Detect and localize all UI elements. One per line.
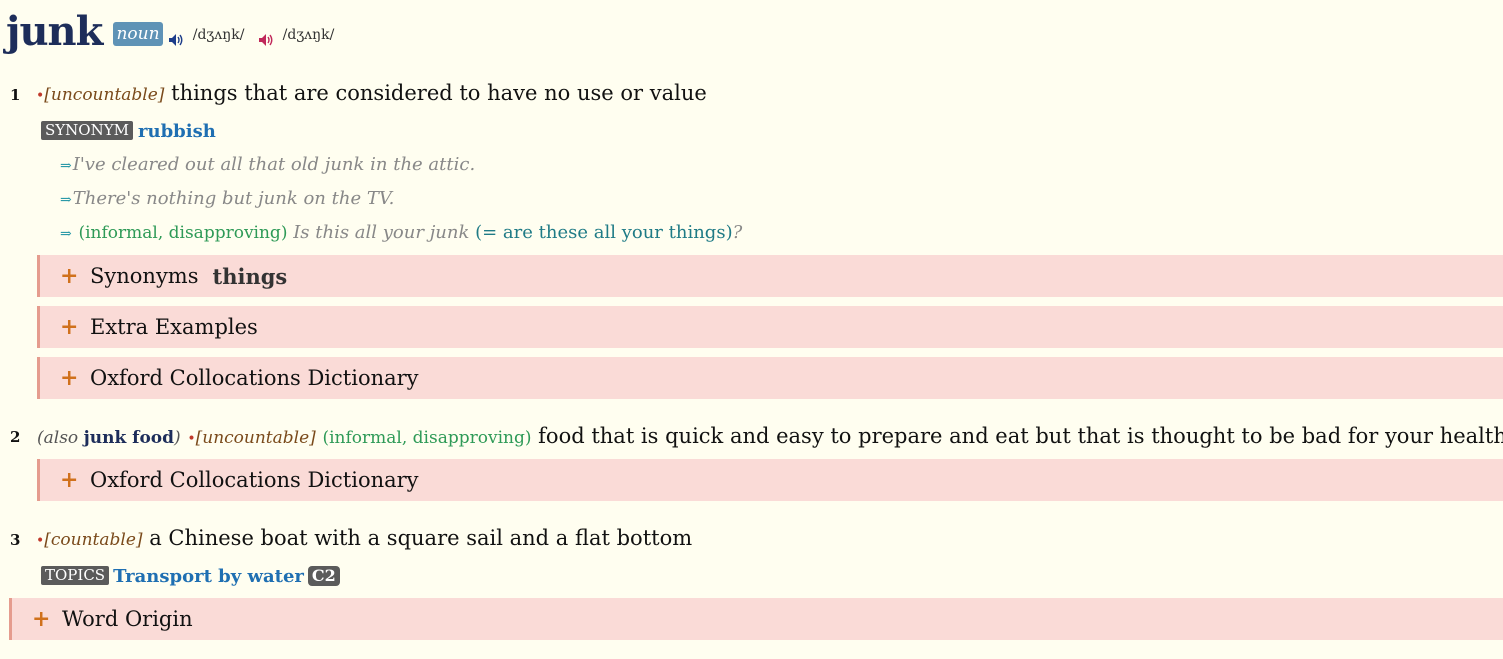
sense-definition-line: •[countable] a Chinese boat with a squar… <box>36 526 692 550</box>
also-close: ) <box>174 428 181 448</box>
plus-icon: + <box>60 314 79 340</box>
part-of-speech-badge: noun <box>113 22 163 46</box>
plus-icon: + <box>60 467 79 493</box>
example-tail: ? <box>732 222 743 243</box>
topic-link[interactable]: Transport by water <box>113 566 304 587</box>
collocations-panel[interactable]: + Oxford Collocations Dictionary <box>37 459 1503 501</box>
sense-number: 3 <box>10 531 21 549</box>
plus-icon: + <box>60 365 79 391</box>
panel-title: Oxford Collocations Dictionary <box>90 366 419 390</box>
example-text: Is this all your junk <box>293 222 470 243</box>
example-arrow-icon: ⇒ <box>60 158 72 174</box>
example-arrow-icon: ⇒ <box>60 226 72 242</box>
example-usage-labels: (informal, disapproving) <box>78 223 288 243</box>
grammar-label: [uncountable] <box>44 85 165 105</box>
sense-definition-line: (also junk food) •[uncountable] (informa… <box>37 424 1503 448</box>
synonyms-panel[interactable]: + Synonyms things <box>37 255 1503 297</box>
cefr-level-badge: C2 <box>307 566 340 586</box>
example-text: There's nothing but junk on the TV. <box>72 188 395 209</box>
also-label: (also junk food) <box>37 428 181 448</box>
example: ⇒ (informal, disapproving) Is this all y… <box>60 222 742 243</box>
synonym-tag: SYNONYM <box>41 121 133 140</box>
uk-pronunciation: /dʒʌŋk/ <box>192 27 245 43</box>
sense-number: 1 <box>10 86 21 104</box>
plus-icon: + <box>60 263 79 289</box>
panel-title: Synonyms <box>90 264 199 288</box>
panel-synonym-word: things <box>212 263 288 289</box>
panel-title: Word Origin <box>62 607 193 631</box>
extra-examples-panel[interactable]: + Extra Examples <box>37 306 1503 348</box>
headword: junk <box>6 8 103 55</box>
synonym-link[interactable]: rubbish <box>138 121 216 142</box>
definition: a Chinese boat with a square sail and a … <box>149 526 693 550</box>
also-open: (also <box>37 428 79 448</box>
example: ⇒I've cleared out all that old junk in t… <box>60 154 475 175</box>
example-gloss: (= are these all your things) <box>475 222 733 243</box>
usage-labels: (informal, disapproving) <box>322 428 532 448</box>
topics-line: TOPICS Transport by water C2 <box>41 563 340 587</box>
example-arrow-icon: ⇒ <box>60 192 72 208</box>
also-variant[interactable]: junk food <box>84 428 174 448</box>
sense-definition-line: •[uncountable] things that are considere… <box>36 81 707 105</box>
us-pronunciation-speaker-icon[interactable] <box>258 33 274 47</box>
word-origin-panel[interactable]: + Word Origin <box>9 598 1503 640</box>
example: ⇒There's nothing but junk on the TV. <box>60 188 394 209</box>
panel-title: Oxford Collocations Dictionary <box>90 468 419 492</box>
us-pronunciation: /dʒʌŋk/ <box>282 27 335 43</box>
plus-icon: + <box>32 606 51 632</box>
synonym-line: SYNONYM rubbish <box>41 118 216 142</box>
uk-pronunciation-speaker-icon[interactable] <box>168 33 184 47</box>
grammar-label: [countable] <box>44 530 143 550</box>
panel-title: Extra Examples <box>90 315 258 339</box>
bullet: • <box>187 431 196 447</box>
collocations-panel[interactable]: + Oxford Collocations Dictionary <box>37 357 1503 399</box>
sense-number: 2 <box>10 428 21 446</box>
example-text: I've cleared out all that old junk in th… <box>72 154 476 175</box>
definition: things that are considered to have no us… <box>171 81 707 105</box>
headword-row: junk noun /dʒʌŋk/ /dʒʌŋk/ <box>6 8 334 58</box>
topics-tag: TOPICS <box>41 566 110 585</box>
definition: food that is quick and easy to prepare a… <box>538 424 1503 448</box>
grammar-label: [uncountable] <box>195 428 316 448</box>
